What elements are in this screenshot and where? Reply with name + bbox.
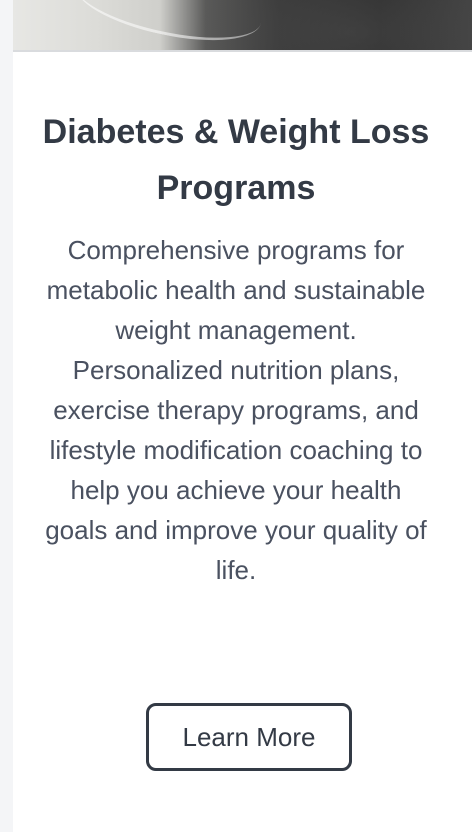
page: Diabetes & Weight Loss Programs Comprehe…	[0, 0, 472, 832]
program-title: Diabetes & Weight Loss Programs	[42, 113, 430, 207]
program-card: Diabetes & Weight Loss Programs Comprehe…	[13, 0, 472, 832]
learn-more-button[interactable]: Learn More	[146, 703, 352, 771]
program-description: Comprehensive programs for metabolic hea…	[45, 235, 427, 585]
hero-image-shadow	[192, 0, 472, 52]
program-hero-image	[13, 0, 472, 52]
hero-divider	[13, 50, 472, 52]
